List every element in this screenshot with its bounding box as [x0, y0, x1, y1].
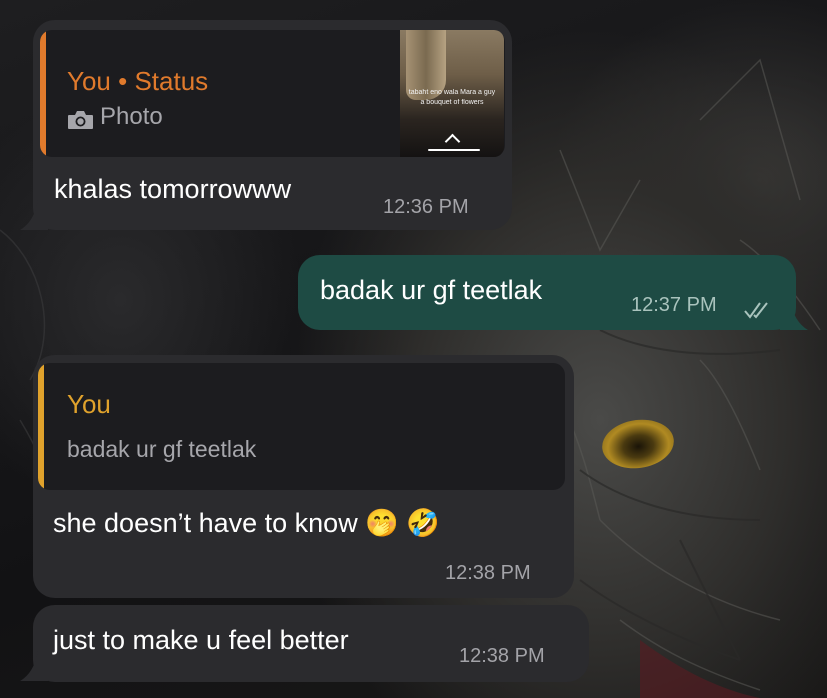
message-bubble-outgoing[interactable]: badak ur gf teetlak 12:37 PM — [298, 255, 796, 330]
double-check-icon — [743, 296, 771, 319]
quote-accent-bar — [40, 30, 46, 157]
quoted-sender-name: You • Status — [67, 66, 209, 96]
bubble-tail — [780, 300, 808, 330]
quote-accent-bar — [38, 363, 44, 490]
message-timestamp: 12:38 PM — [459, 645, 545, 667]
quoted-message-preview[interactable]: You badak ur gf teetlak — [38, 363, 565, 490]
message-text: she doesn’t have to know 🤭 🤣 — [53, 508, 440, 538]
bubble-tail — [20, 651, 48, 681]
message-bubble-incoming[interactable]: You • Status Photo tabaht eno wala Mara … — [33, 20, 512, 230]
thumbnail-caption-line1: tabaht eno wala Mara a guy — [408, 89, 496, 96]
message-text: just to make u feel better — [53, 625, 349, 655]
thumbnail-home-indicator — [428, 149, 480, 151]
status-thumbnail: tabaht eno wala Mara a guy a bouquet of … — [400, 30, 504, 157]
message-text: khalas tomorrowww — [54, 174, 292, 204]
message-bubble-incoming[interactable]: You badak ur gf teetlak she doesn’t have… — [33, 355, 574, 598]
thumbnail-caption-line2: a bouquet of flowers — [420, 99, 484, 106]
message-timestamp: 12:37 PM — [631, 294, 717, 316]
camera-icon — [67, 106, 94, 129]
message-bubble-incoming[interactable]: just to make u feel better 12:38 PM — [33, 605, 589, 682]
quoted-sender-name: You — [67, 389, 111, 419]
message-text: badak ur gf teetlak — [320, 275, 543, 305]
quoted-media-label: Photo — [100, 103, 163, 130]
bubble-tail — [20, 200, 48, 230]
message-timestamp: 12:38 PM — [445, 562, 531, 584]
chevron-up-icon — [444, 133, 461, 150]
quoted-message-text: badak ur gf teetlak — [67, 436, 257, 462]
message-timestamp: 12:36 PM — [383, 196, 469, 218]
